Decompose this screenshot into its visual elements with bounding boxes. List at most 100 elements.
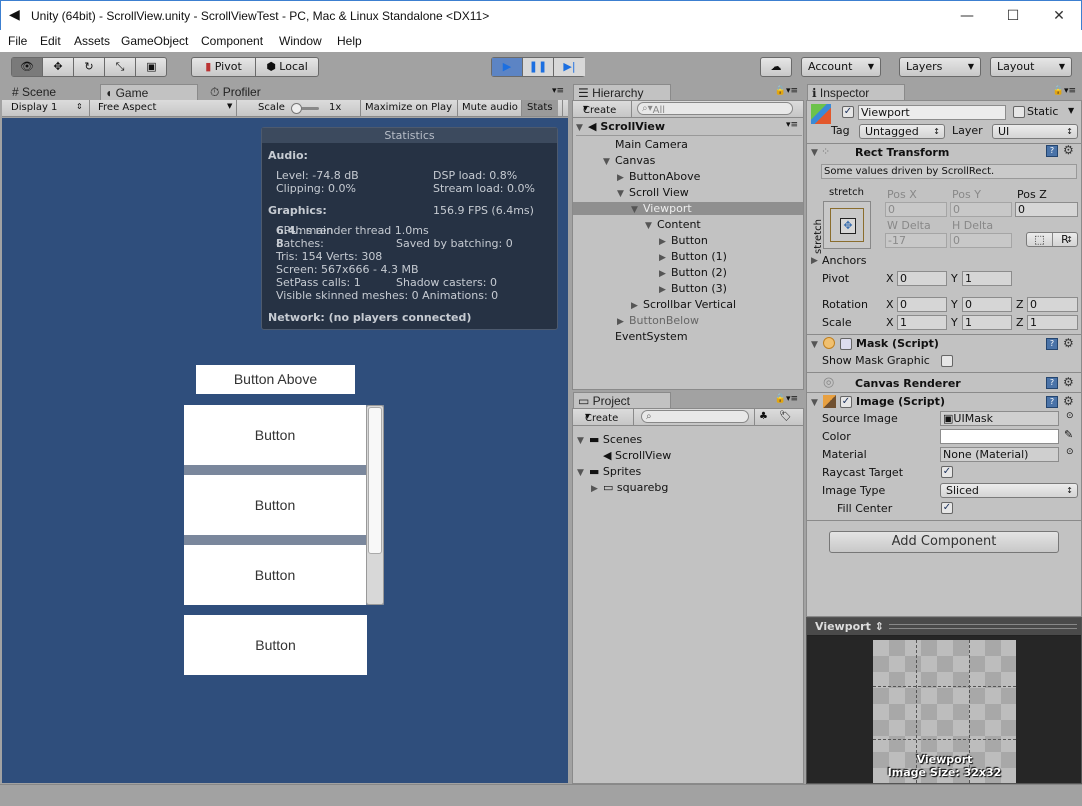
hierarchy-create-button[interactable]: Create ▾ bbox=[583, 103, 616, 116]
hierarchy-item[interactable]: ▶ ButtonBelow bbox=[617, 314, 699, 327]
image-type-dropdown[interactable]: Sliced bbox=[940, 483, 1078, 498]
hierarchy-item[interactable]: ▶ Button (1) bbox=[659, 250, 727, 263]
tab-scene[interactable]: # Scene bbox=[8, 84, 98, 100]
canvas-renderer-title[interactable]: Canvas Renderer bbox=[855, 377, 961, 390]
project-item[interactable]: ▶ ▭ squarebg bbox=[591, 481, 668, 494]
layout-dropdown[interactable]: Layout ▼ bbox=[990, 57, 1072, 77]
foldout-arrow-icon[interactable]: ▶ bbox=[659, 237, 671, 247]
scale-y-field[interactable]: 1 bbox=[962, 315, 1012, 330]
scale-x-field[interactable]: 1 bbox=[897, 315, 947, 330]
pivot-y-field[interactable]: 1 bbox=[962, 271, 1012, 286]
posx-field[interactable]: 0 bbox=[885, 202, 947, 217]
menu-window[interactable]: Window bbox=[279, 34, 322, 48]
hierarchy-item[interactable]: EventSystem bbox=[603, 330, 688, 343]
maximize-button[interactable]: ☐ bbox=[990, 1, 1036, 31]
scroll-button-1[interactable]: Button bbox=[184, 475, 366, 535]
hierarchy-item[interactable]: ▶ ButtonAbove bbox=[617, 170, 700, 183]
foldout-arrow-icon[interactable]: ▼ bbox=[603, 157, 615, 167]
mask-title[interactable]: Mask (Script) bbox=[856, 337, 939, 350]
rect-transform-title[interactable]: Rect Transform bbox=[855, 146, 949, 159]
raycast-target-checkbox[interactable]: ✓ bbox=[941, 466, 953, 478]
foldout-arrow-icon[interactable]: ▶ bbox=[617, 317, 629, 327]
tab-game[interactable]: ◖ Game bbox=[100, 84, 198, 100]
hierarchy-item[interactable]: ▶ Scrollbar Vertical bbox=[631, 298, 736, 311]
game-view[interactable]: Statistics Audio: Level: -74.8 dB DSP lo… bbox=[2, 118, 568, 783]
mask-enabled-checkbox[interactable] bbox=[840, 338, 852, 350]
filter-by-type-icon[interactable]: ♣ bbox=[759, 411, 768, 422]
fill-center-checkbox[interactable]: ✓ bbox=[941, 502, 953, 514]
tag-dropdown[interactable]: Untagged bbox=[859, 124, 945, 139]
hierarchy-item[interactable]: Main Camera bbox=[603, 138, 688, 151]
pause-button[interactable]: ❚❚ bbox=[523, 58, 554, 76]
project-search-input[interactable]: ⌕ bbox=[641, 410, 749, 423]
tab-inspector[interactable]: ℹ Inspector bbox=[807, 84, 905, 100]
project-item[interactable]: ▼ ▬ Scenes bbox=[577, 433, 642, 446]
foldout-arrow-icon[interactable]: ▶ bbox=[659, 285, 671, 295]
menu-gameobject[interactable]: GameObject bbox=[121, 34, 188, 48]
hierarchy-search-input[interactable]: ⌕▾ All bbox=[637, 102, 793, 116]
raw-edit-button[interactable]: R bbox=[1053, 233, 1077, 246]
foldout-arrow-icon[interactable]: ▼ bbox=[577, 468, 589, 478]
blueprint-mode-button[interactable]: ⬚ bbox=[1027, 233, 1053, 246]
lock-icon[interactable]: 🔒▾≡ bbox=[775, 86, 798, 96]
eyedropper-icon[interactable]: ✎ bbox=[1064, 428, 1073, 441]
maximize-on-play-toggle[interactable]: Maximize on Play bbox=[365, 102, 452, 113]
menu-edit[interactable]: Edit bbox=[40, 34, 61, 48]
project-lock-icon[interactable]: 🔒▾≡ bbox=[775, 394, 798, 404]
stats-toggle[interactable]: Stats bbox=[522, 100, 558, 116]
hdelta-field[interactable]: 0 bbox=[950, 233, 1012, 248]
gear-icon[interactable]: ⚙ bbox=[1063, 336, 1074, 350]
project-create-button[interactable]: Create ▾ bbox=[585, 411, 618, 424]
wdelta-field[interactable]: -17 bbox=[885, 233, 947, 248]
hierarchy-item[interactable]: ▶ Button (3) bbox=[659, 282, 727, 295]
minimize-button[interactable]: — bbox=[944, 1, 990, 31]
filter-by-label-icon[interactable]: 🏷 bbox=[779, 411, 792, 422]
scale-z-field[interactable]: 1 bbox=[1027, 315, 1078, 330]
posz-field[interactable]: 0 bbox=[1015, 202, 1078, 217]
help-icon[interactable]: ? bbox=[1046, 338, 1058, 350]
object-picker-icon[interactable]: ⊙ bbox=[1066, 411, 1074, 421]
menu-assets[interactable]: Assets bbox=[74, 34, 110, 48]
foldout-arrow-icon[interactable]: ▶ bbox=[631, 301, 643, 311]
foldout-arrow-icon[interactable]: ▼ bbox=[577, 436, 589, 446]
static-checkbox[interactable] bbox=[1013, 106, 1025, 118]
project-item[interactable]: ▼ ▬ Sprites bbox=[577, 465, 641, 478]
preview-title-dropdown[interactable]: Viewport ⇕ bbox=[815, 620, 884, 633]
layer-dropdown[interactable]: UI bbox=[992, 124, 1078, 139]
aspect-dropdown[interactable]: Free Aspect bbox=[98, 102, 156, 113]
tab-hierarchy[interactable]: ☰ Hierarchy bbox=[573, 84, 671, 100]
help-icon[interactable]: ? bbox=[1046, 145, 1058, 157]
image-enabled-checkbox[interactable]: ✓ bbox=[840, 396, 852, 408]
pivot-x-field[interactable]: 0 bbox=[897, 271, 947, 286]
foldout-arrow-icon[interactable]: ▼ bbox=[645, 221, 657, 231]
scroll-view[interactable]: Button Button Button bbox=[184, 405, 384, 605]
anchors-foldout[interactable]: Anchors bbox=[822, 254, 867, 267]
menu-component[interactable]: Component bbox=[201, 34, 263, 48]
foldout-arrow-icon[interactable]: ▶ bbox=[659, 269, 671, 279]
gear-icon[interactable]: ⚙ bbox=[1063, 143, 1074, 157]
preview-drag-handle[interactable] bbox=[889, 624, 1077, 629]
hierarchy-item[interactable]: ▼ Scroll View bbox=[617, 186, 689, 199]
tab-project[interactable]: ▭ Project bbox=[573, 392, 671, 408]
show-mask-graphic-checkbox[interactable] bbox=[941, 355, 953, 367]
source-image-field[interactable]: ▣UIMask bbox=[940, 411, 1059, 426]
scroll-button-2[interactable]: Button bbox=[184, 545, 366, 605]
rect-tool-icon[interactable]: ▣ bbox=[136, 58, 167, 76]
close-button[interactable]: ✕ bbox=[1036, 1, 1082, 31]
rotate-tool-icon[interactable]: ↻ bbox=[74, 58, 105, 76]
tab-profiler[interactable]: ⏱ Profiler bbox=[206, 84, 296, 100]
button-below[interactable]: Button bbox=[184, 615, 367, 675]
pivot-button[interactable]: ▮ Pivot bbox=[192, 58, 256, 76]
color-field[interactable] bbox=[940, 429, 1059, 444]
scroll-button-0[interactable]: Button bbox=[184, 405, 366, 465]
foldout-arrow-icon[interactable]: ▼ bbox=[617, 189, 629, 199]
rotation-x-field[interactable]: 0 bbox=[897, 297, 947, 312]
posy-field[interactable]: 0 bbox=[950, 202, 1012, 217]
scale-slider-thumb[interactable] bbox=[291, 103, 302, 114]
menu-help[interactable]: Help bbox=[337, 34, 362, 48]
gear-icon[interactable]: ⚙ bbox=[1063, 375, 1074, 389]
static-dropdown-icon[interactable]: ▼ bbox=[1068, 106, 1074, 115]
move-tool-icon[interactable]: ✥ bbox=[43, 58, 74, 76]
hierarchy-item[interactable]: ▼ Content bbox=[645, 218, 701, 231]
foldout-arrow-icon[interactable]: ▶ bbox=[617, 173, 629, 183]
